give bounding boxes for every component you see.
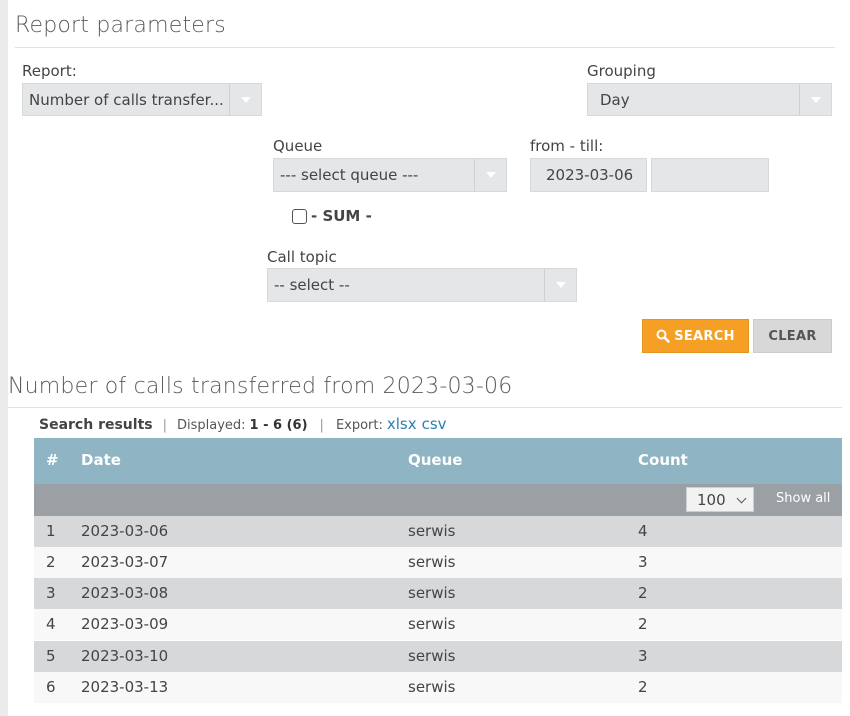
column-header-number[interactable]: # xyxy=(46,451,59,469)
grouping-select[interactable]: Day xyxy=(587,83,832,116)
cell-date: 2023-03-13 xyxy=(81,678,169,696)
cell-queue: serwis xyxy=(408,615,456,633)
cell-queue: serwis xyxy=(408,584,456,602)
cell-number: 4 xyxy=(46,615,56,633)
cell-number: 6 xyxy=(46,678,56,696)
cell-queue: serwis xyxy=(408,553,456,571)
divider xyxy=(8,407,842,408)
table-row[interactable]: 2 2023-03-07 serwis 3 xyxy=(34,547,842,578)
report-select-value: Number of calls transfer... xyxy=(29,90,224,109)
table-toolbar: 100 Show all xyxy=(34,484,842,516)
section-title-parameters: Report parameters xyxy=(15,13,226,38)
clear-button[interactable]: CLEAR xyxy=(753,319,832,353)
table-header: # Date Queue Count xyxy=(34,438,842,484)
cell-date: 2023-03-08 xyxy=(81,584,169,602)
sum-checkbox[interactable] xyxy=(292,209,307,224)
results-title: Number of calls transferred from 2023-03… xyxy=(8,374,513,399)
cell-queue: serwis xyxy=(408,647,456,665)
cell-count: 3 xyxy=(638,647,648,665)
chevron-down-icon[interactable] xyxy=(229,84,261,115)
report-panel: Report parameters Report: Number of call… xyxy=(8,0,850,716)
call-topic-select[interactable]: -- select -- xyxy=(267,268,577,302)
table-row[interactable]: 1 2023-03-06 serwis 4 xyxy=(34,516,842,547)
date-till-input[interactable] xyxy=(651,158,769,192)
displayed-value: 1 - 6 (6) xyxy=(249,418,308,433)
cell-date: 2023-03-09 xyxy=(81,615,169,633)
table-row[interactable]: 4 2023-03-09 serwis 2 xyxy=(34,609,842,640)
cell-number: 2 xyxy=(46,553,56,571)
show-all-button[interactable]: Show all xyxy=(776,491,830,506)
table-row[interactable]: 6 2023-03-13 serwis 2 xyxy=(34,672,842,703)
separator: | xyxy=(162,418,167,433)
search-icon xyxy=(656,329,670,343)
queue-label: Queue xyxy=(273,137,323,155)
column-header-count[interactable]: Count xyxy=(638,451,688,469)
chevron-down-icon[interactable] xyxy=(474,159,506,191)
grouping-label: Grouping xyxy=(587,62,656,80)
page-size-value: 100 xyxy=(697,490,726,509)
cell-number: 1 xyxy=(46,522,56,540)
table-row[interactable]: 5 2023-03-10 serwis 3 xyxy=(34,641,842,672)
cell-date: 2023-03-07 xyxy=(81,553,169,571)
search-button-label: SEARCH xyxy=(674,328,735,344)
divider xyxy=(15,47,835,48)
cell-count: 2 xyxy=(638,584,648,602)
displayed-label: Displayed: xyxy=(176,418,246,433)
cell-number: 3 xyxy=(46,584,56,602)
separator: | xyxy=(319,418,324,433)
cell-queue: serwis xyxy=(408,678,456,696)
export-label: Export: xyxy=(335,418,383,433)
report-select[interactable]: Number of calls transfer... xyxy=(22,83,262,116)
results-summary-label: Search results xyxy=(39,417,153,433)
date-from-input[interactable]: 2023-03-06 xyxy=(530,158,647,192)
queue-select-value: --- select queue --- xyxy=(280,166,419,184)
cell-queue: serwis xyxy=(408,522,456,540)
call-topic-select-value: -- select -- xyxy=(274,276,350,294)
sum-label: - SUM - xyxy=(311,207,372,225)
results-meta-bar: Search results | Displayed: 1 - 6 (6) | … xyxy=(39,415,447,433)
page-size-select[interactable]: 100 xyxy=(686,487,754,512)
grouping-select-value: Day xyxy=(600,90,630,109)
cell-count: 2 xyxy=(638,615,648,633)
export-xlsx-link[interactable]: xlsx xyxy=(387,415,417,433)
cell-date: 2023-03-10 xyxy=(81,647,169,665)
table-row[interactable]: 3 2023-03-08 serwis 2 xyxy=(34,578,842,609)
report-label: Report: xyxy=(22,62,77,80)
chevron-down-icon xyxy=(736,493,747,504)
column-header-queue[interactable]: Queue xyxy=(408,451,462,469)
chevron-down-icon[interactable] xyxy=(799,84,831,115)
column-header-date[interactable]: Date xyxy=(81,451,121,469)
call-topic-label: Call topic xyxy=(267,248,337,266)
cell-date: 2023-03-06 xyxy=(81,522,169,540)
export-csv-link[interactable]: csv xyxy=(422,415,447,433)
chevron-down-icon[interactable] xyxy=(544,269,576,301)
cell-count: 3 xyxy=(638,553,648,571)
cell-number: 5 xyxy=(46,647,56,665)
queue-select[interactable]: --- select queue --- xyxy=(273,158,507,192)
date-range-label: from - till: xyxy=(530,137,604,155)
cell-count: 2 xyxy=(638,678,648,696)
search-button[interactable]: SEARCH xyxy=(642,319,749,353)
cell-count: 4 xyxy=(638,522,648,540)
